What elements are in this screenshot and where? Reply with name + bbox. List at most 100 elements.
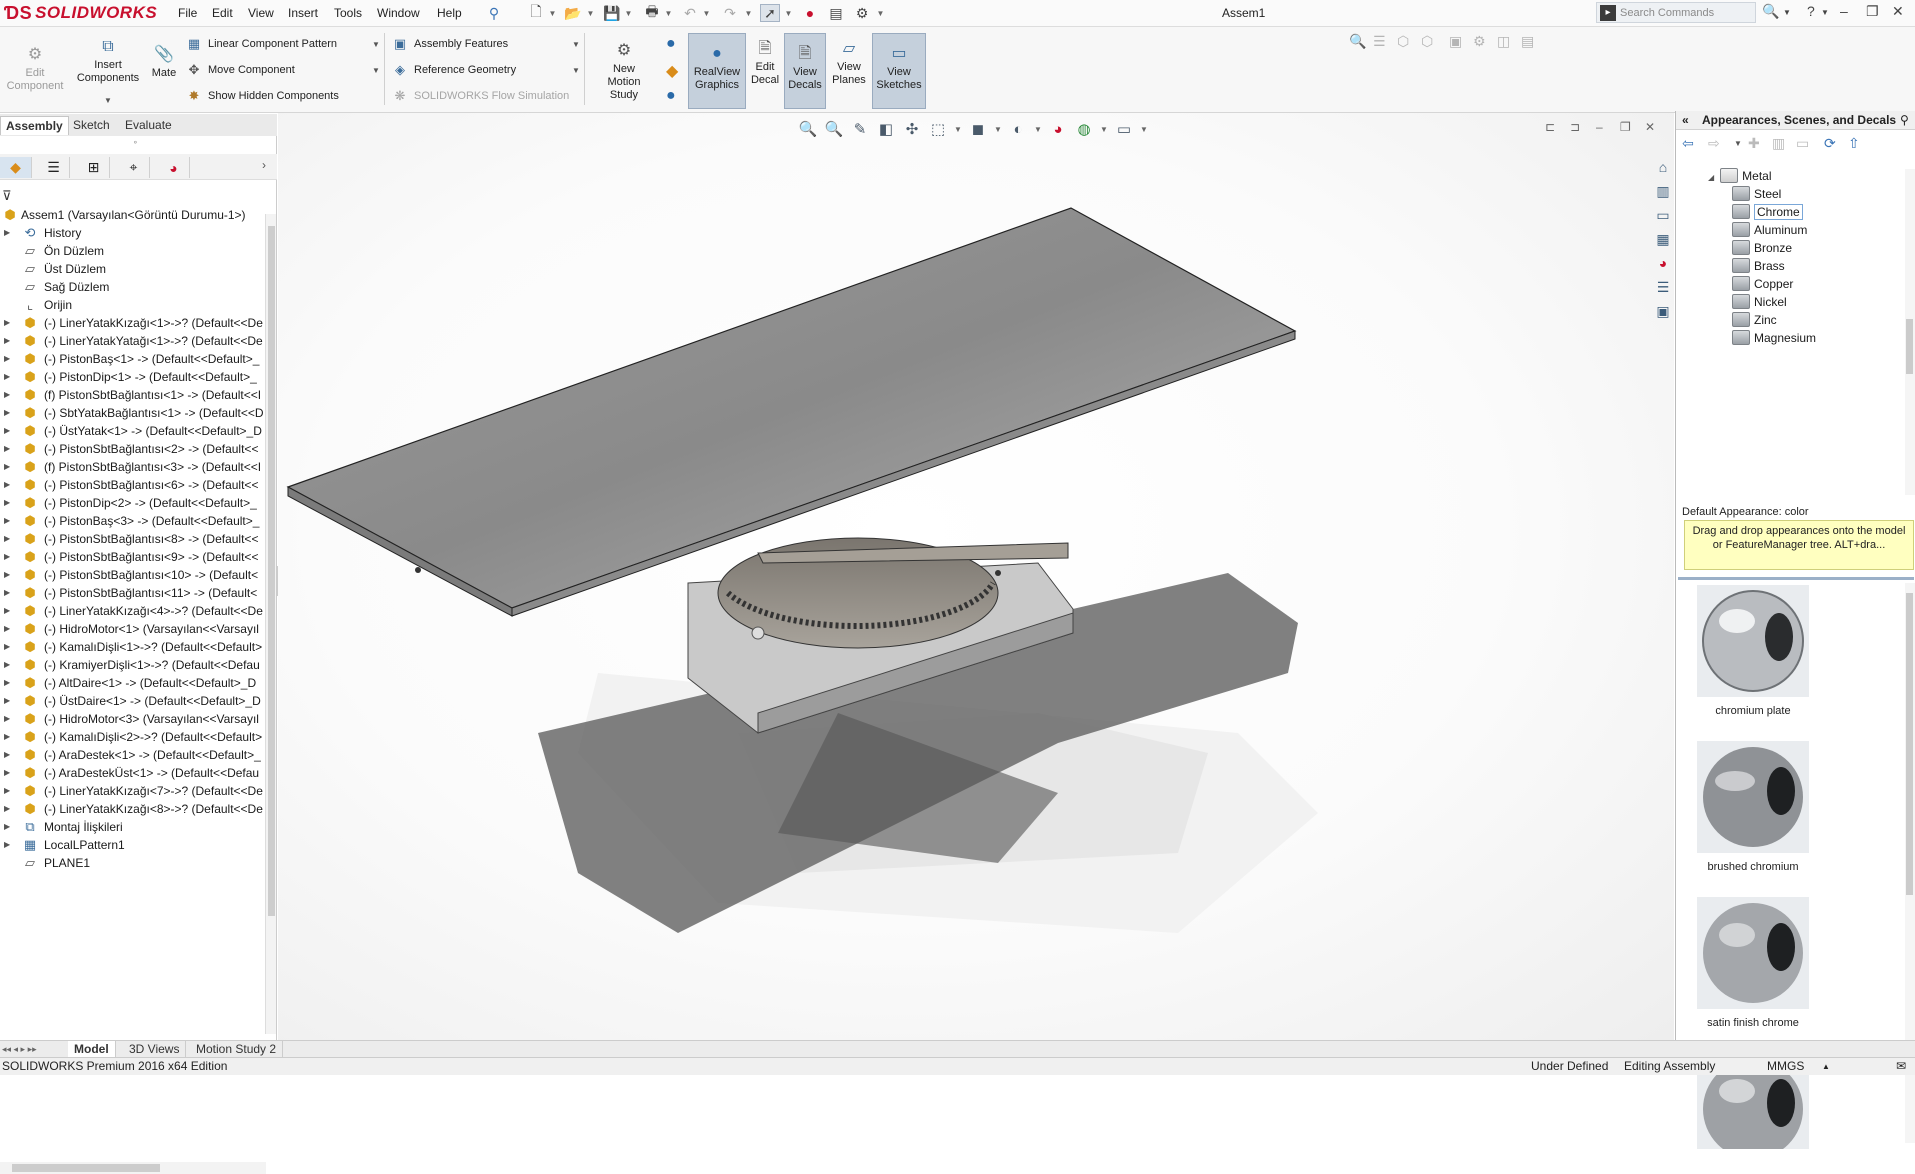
expand-triangle-icon[interactable]: ▶ <box>4 458 10 476</box>
chevron-down-icon[interactable]: ▼ <box>586 4 595 22</box>
expand-triangle-icon[interactable]: ▶ <box>4 512 10 530</box>
tree-item[interactable]: ▶ ⬢ (-) AltDaire<1> -> (Default<<Default>_… <box>0 674 266 692</box>
tree-item[interactable]: ▶ ⬢ (-) KamalıDişli<2>->? (Default<<Defaul… <box>0 728 266 746</box>
chevron-down-icon[interactable]: ▼ <box>104 96 112 105</box>
tree-item[interactable]: ▶ ⬢ (-) HidroMotor<1> (Varsayılan<<Varsayı… <box>0 620 266 638</box>
chevron-right-icon[interactable]: › <box>262 158 266 172</box>
appearance-item[interactable]: Bronze <box>1732 239 1792 257</box>
tree-item[interactable]: ▶ ⬢ (-) PistonSbtBağlantısı<2> -> (Default… <box>0 440 266 458</box>
appearance-item[interactable]: Zinc <box>1732 311 1777 329</box>
tree-item[interactable]: ▶ ⬢ (f) PistonSbtBağlantısı<1> -> (Default… <box>0 386 266 404</box>
display-globe-icon[interactable]: ● <box>666 35 676 53</box>
menu-view[interactable]: View <box>248 6 274 20</box>
feature-manager-tab-icon[interactable]: ◆ <box>0 157 32 178</box>
list-icon[interactable]: ☰ <box>1373 33 1386 50</box>
tree-folder-metal[interactable]: ◢ Metal <box>1708 167 1772 185</box>
tree-item[interactable]: ▶ ⬢ (-) LinerYatakKızağı<4>->? (Default<<D… <box>0 602 266 620</box>
tab-motion-study-2[interactable]: Motion Study 2 <box>190 1041 284 1058</box>
chevron-down-icon[interactable]: ▼ <box>1140 125 1148 134</box>
display-style-icon[interactable]: ◼ <box>968 120 988 138</box>
swatch-chromium-plate[interactable]: chromium plate <box>1688 585 1818 717</box>
redo-icon[interactable]: ↷ <box>720 4 740 22</box>
scroll-thumb[interactable] <box>12 1164 160 1172</box>
expand-triangle-icon[interactable]: ▶ <box>4 386 10 404</box>
view-sketches-button[interactable]: ▭ View Sketches <box>872 33 926 109</box>
menu-window[interactable]: Window <box>377 6 420 20</box>
dimxpert-tab-icon[interactable]: ⌖ <box>118 157 150 178</box>
tab-model[interactable]: Model <box>68 1041 116 1058</box>
swatch-brushed-chromium[interactable]: brushed chromium <box>1688 741 1818 873</box>
tree-item[interactable]: ▶ ⬢ (-) SbtYatakBağlantısı<1> -> (Default<… <box>0 404 266 422</box>
settings-icon[interactable]: ⚙ <box>1473 33 1486 50</box>
view-planes-button[interactable]: ▱ View Planes <box>828 39 870 87</box>
scroll-thumb[interactable] <box>1906 319 1913 374</box>
new-motion-study-button[interactable]: ⚙ New Motion Study <box>594 41 654 102</box>
reference-geometry-button[interactable]: ◈ Reference Geometry <box>392 62 516 78</box>
tree-vertical-scrollbar[interactable] <box>265 214 276 1034</box>
tab-evaluate[interactable]: Evaluate <box>120 116 177 135</box>
zoom-to-fit-icon[interactable]: 🔍 <box>798 120 818 138</box>
expand-triangle-icon[interactable]: ▶ <box>4 800 10 818</box>
appearance-item[interactable]: Copper <box>1732 275 1793 293</box>
solidworks-logo[interactable]: ƊS SOLIDWORKS <box>4 2 157 24</box>
view-palette-icon[interactable]: ▦ <box>1652 228 1674 250</box>
menu-insert[interactable]: Insert <box>288 6 318 20</box>
tree-item[interactable]: ▱ Ön Düzlem <box>0 242 266 260</box>
realview-graphics-button[interactable]: ● RealView Graphics <box>688 33 746 109</box>
up-folder-icon[interactable]: ⇧ <box>1848 135 1860 152</box>
expand-triangle-icon[interactable]: ▶ <box>4 656 10 674</box>
tree-item[interactable]: ▶ ⬢ (-) PistonDip<1> -> (Default<<Default>… <box>0 368 266 386</box>
chevron-down-icon[interactable]: ▼ <box>624 4 633 22</box>
section-view-icon[interactable]: ◧ <box>876 120 896 138</box>
library-icon[interactable]: ▥ <box>1772 135 1785 152</box>
tree-item[interactable]: ▶ ⬢ (-) PistonSbtBağlantısı<8> -> (Default… <box>0 530 266 548</box>
pin-icon[interactable]: ⚲ <box>484 4 504 22</box>
expand-triangle-icon[interactable]: ▶ <box>4 728 10 746</box>
tree-item[interactable]: ▶ ⟲ History <box>0 224 266 242</box>
tree-item[interactable]: ▶ ⬢ (-) HidroMotor<3> (Varsayılan<<Varsayı… <box>0 710 266 728</box>
expand-triangle-icon[interactable]: ▶ <box>4 350 10 368</box>
expand-triangle-icon[interactable]: ▶ <box>4 746 10 764</box>
tree-item[interactable]: ▱ Üst Düzlem <box>0 260 266 278</box>
display-sphere-icon[interactable]: ● <box>666 87 676 105</box>
menu-edit[interactable]: Edit <box>212 6 233 20</box>
expand-triangle-icon[interactable]: ▶ <box>4 332 10 350</box>
select-cursor-icon[interactable]: ➚ <box>760 4 780 22</box>
chevron-down-icon[interactable]: ▼ <box>876 4 885 22</box>
hide-show-items-icon[interactable]: ◐ <box>1008 121 1028 138</box>
undo-icon[interactable]: ↶ <box>680 4 700 22</box>
expand-triangle-icon[interactable]: ▶ <box>4 440 10 458</box>
rebuild-icon[interactable]: ● <box>800 4 820 22</box>
chevron-down-icon[interactable]: ▼ <box>572 66 580 75</box>
tab-navigation-arrows-icon[interactable]: ◂◂ ◂ ▸ ▸▸ <box>2 1041 37 1058</box>
expand-triangle-icon[interactable]: ▶ <box>4 314 10 332</box>
chevron-down-icon[interactable]: ▼ <box>702 4 711 22</box>
graphics-area[interactable] <box>278 113 1674 1040</box>
search-commands-input[interactable]: ▸ Search Commands <box>1596 2 1756 23</box>
forum-icon[interactable]: ▣ <box>1652 300 1674 322</box>
chevron-down-icon[interactable]: ▼ <box>548 4 557 22</box>
chevron-down-icon[interactable]: ▼ <box>994 125 1002 134</box>
edit-decal-button[interactable]: 🗎 Edit Decal <box>748 39 782 87</box>
insert-components-button[interactable]: ⧉ Insert Components <box>72 37 144 85</box>
folder-icon[interactable]: ▭ <box>1796 135 1809 152</box>
flow-simulation-button[interactable]: ❋ SOLIDWORKS Flow Simulation <box>392 88 570 104</box>
previous-view-icon[interactable]: ✎ <box>850 120 870 138</box>
options-gear-icon[interactable]: ⚙ <box>852 4 872 22</box>
chevron-down-icon[interactable]: ▼ <box>664 4 673 22</box>
tree-item[interactable]: ▶ ⬢ (-) KamalıDişli<1>->? (Default<<Defaul… <box>0 638 266 656</box>
expand-triangle-icon[interactable]: ▶ <box>4 548 10 566</box>
expand-triangle-icon[interactable]: ▶ <box>4 782 10 800</box>
menu-help[interactable]: Help <box>437 6 462 20</box>
chevron-down-icon[interactable]: ▼ <box>784 4 793 22</box>
menu-tools[interactable]: Tools <box>334 6 362 20</box>
expand-triangle-icon[interactable]: ▶ <box>4 836 10 854</box>
file-properties-icon[interactable]: ▤ <box>826 4 846 22</box>
expand-triangle-icon[interactable]: ▶ <box>4 674 10 692</box>
file-explorer-icon[interactable]: ▭ <box>1652 204 1674 226</box>
tree-item[interactable]: ▶ ⬢ (f) PistonSbtBağlantısı<3> -> (Default… <box>0 458 266 476</box>
tree-item[interactable]: ▶ ⬢ (-) PistonSbtBağlantısı<11> -> (Defaul… <box>0 584 266 602</box>
mate-button[interactable]: 📎 Mate <box>148 45 180 80</box>
move-component-button[interactable]: ✥ Move Component <box>186 62 295 78</box>
image-icon[interactable]: ▣ <box>1449 33 1462 50</box>
